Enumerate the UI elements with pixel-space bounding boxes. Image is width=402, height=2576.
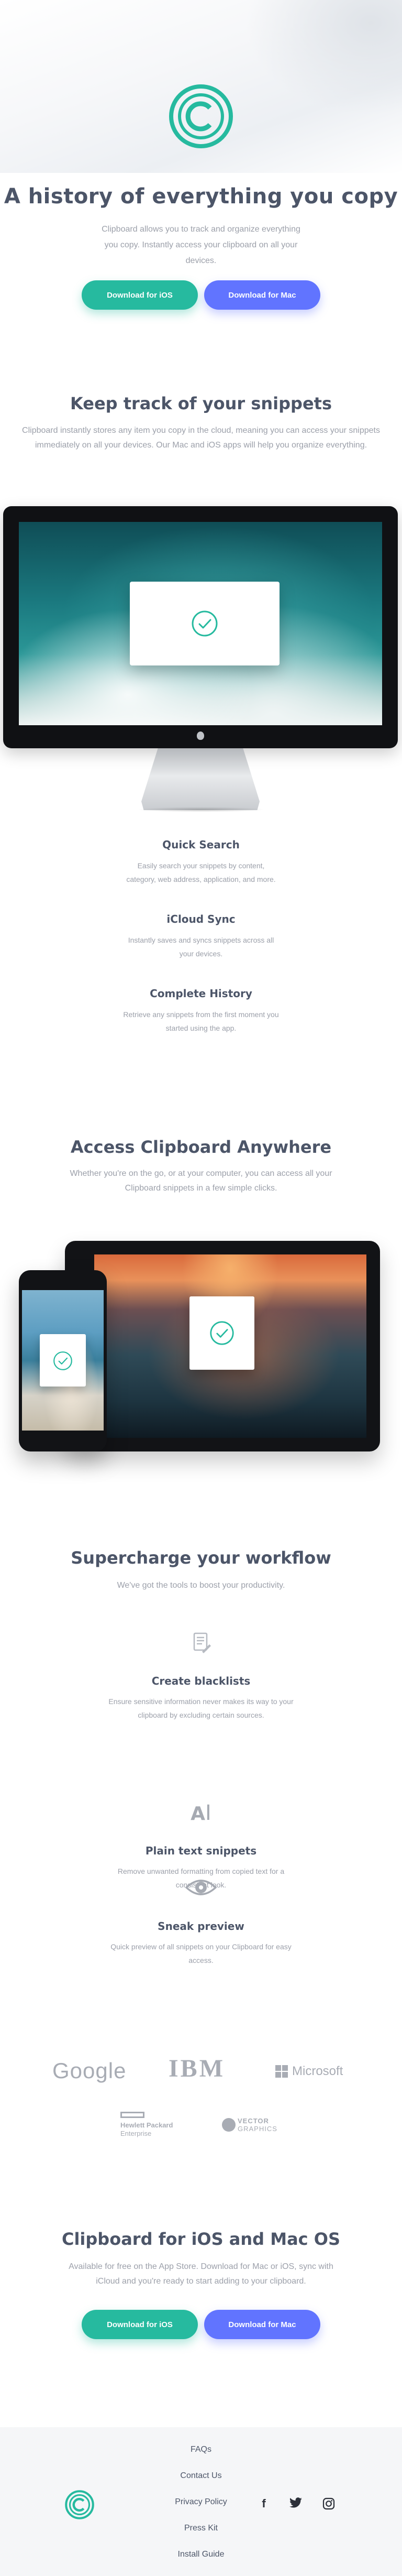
footer-link-press-kit[interactable]: Press Kit [0, 2524, 402, 2533]
cta-title: Clipboard for iOS and Mac OS [61, 2229, 341, 2249]
phone-screen [22, 1290, 104, 1431]
eye-icon [185, 1880, 217, 1895]
monitor-screen [19, 522, 382, 725]
microsoft-logo: Microsoft [275, 2064, 364, 2079]
hpe-line1: Hewlett Packard [120, 2121, 173, 2129]
ibm-logo: IBM [169, 2055, 225, 2082]
feature-title: iCloud Sync [166, 913, 236, 925]
workflow-subtitle: We've got the tools to boost your produc… [117, 1581, 285, 1590]
footer-link-contact[interactable]: Contact Us [0, 2471, 402, 2481]
hero-title: A history of everything you copy [4, 184, 398, 209]
instagram-icon[interactable] [322, 2497, 335, 2510]
footer-link-privacy[interactable]: Privacy Policy [0, 2497, 402, 2507]
vector-graphics-logo: VECTOR GRAPHICS [222, 2117, 295, 2135]
hpe-line2: Enterprise [120, 2130, 152, 2137]
check-circle-icon [53, 1351, 72, 1370]
footer-link-install-guide[interactable]: Install Guide [0, 2550, 402, 2559]
feature-text: Easily search your snippets by content, … [126, 861, 276, 883]
monitor-illustration [3, 506, 398, 748]
snippet-card [40, 1334, 86, 1387]
workflow-item-text: Ensure sensitive information never makes… [108, 1697, 294, 1719]
snippet-card [189, 1296, 254, 1370]
hewlett-packard-enterprise-logo: Hewlett Packard Enterprise [120, 2112, 194, 2138]
workflow-item-title: Plain text snippets [145, 1844, 257, 1857]
monitor-stand [141, 748, 260, 810]
check-circle-icon [192, 610, 218, 637]
hero-subtitle: Clipboard allows you to track and organi… [102, 225, 300, 265]
tablet-illustration [65, 1241, 380, 1451]
clipboard-logo-icon [169, 84, 233, 148]
feature-text: Retrieve any snippets from the first mom… [123, 1010, 279, 1032]
phone-illustration [19, 1270, 107, 1451]
workflow-item-title: Create blacklists [151, 1675, 251, 1687]
blacklist-icon [193, 1632, 211, 1653]
windows-grid-icon [275, 2065, 288, 2078]
feature-title: Quick Search [162, 838, 240, 851]
feature-title: Complete History [150, 987, 252, 1000]
cta-subtitle: Available for free on the App Store. Dow… [69, 2262, 333, 2286]
tablet-screen [94, 1254, 366, 1438]
download-mac-button[interactable]: Download for Mac [204, 280, 320, 310]
workflow-title: Supercharge your workflow [71, 1548, 331, 1568]
snippet-card [130, 582, 280, 665]
google-logo: Google [52, 2058, 127, 2083]
feature-text: Instantly saves and syncs snippets acros… [128, 936, 274, 958]
hpe-element-icon [120, 2112, 144, 2118]
apple-logo-icon [197, 732, 204, 740]
snippets-subtitle: Clipboard instantly stores any item you … [22, 426, 380, 450]
microsoft-wordmark: Microsoft [292, 2064, 343, 2078]
workflow-item-title: Sneak preview [158, 1920, 244, 1933]
access-subtitle: Whether you're on the go, or at your com… [70, 1169, 332, 1193]
snippets-title: Keep track of your snippets [70, 394, 332, 413]
workflow-item-text: Quick preview of all snippets on your Cl… [110, 1942, 292, 1964]
check-circle-icon [210, 1321, 234, 1345]
download-mac-button[interactable]: Download for Mac [204, 2310, 320, 2339]
text-cursor-icon: AI [191, 1801, 211, 1825]
download-ios-button[interactable]: Download for iOS [82, 280, 198, 310]
vector-line1: VECTOR [238, 2117, 269, 2125]
download-ios-button[interactable]: Download for iOS [82, 2310, 198, 2339]
twitter-icon[interactable] [289, 2497, 303, 2509]
footer-link-faqs[interactable]: FAQs [0, 2445, 402, 2454]
vector-line2: GRAPHICS [238, 2125, 277, 2133]
facebook-icon[interactable]: f [256, 2496, 271, 2511]
monitor-stand-shadow [137, 807, 265, 812]
access-title: Access Clipboard Anywhere [70, 1137, 332, 1157]
vector-circle-icon [222, 2118, 236, 2132]
